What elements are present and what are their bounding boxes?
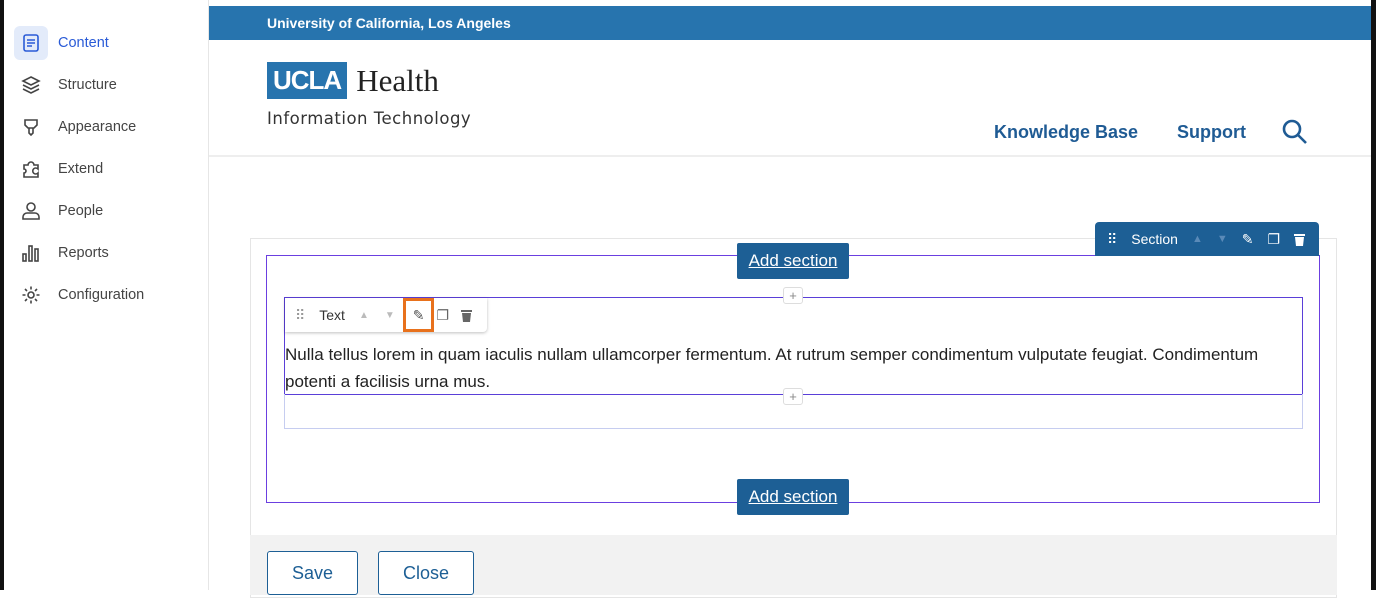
add-section-button-bottom[interactable]: Add section <box>737 479 849 515</box>
sidebar-item-label: Reports <box>58 245 109 261</box>
close-button[interactable]: Close <box>378 551 474 595</box>
delete-icon[interactable] <box>461 309 473 322</box>
sidebar-item-reports[interactable]: Reports <box>14 236 109 270</box>
move-up-icon[interactable]: ▲ <box>1192 233 1203 245</box>
university-bar: University of California, Los Angeles <box>209 6 1371 40</box>
sidebar-item-appearance[interactable]: Appearance <box>14 110 136 144</box>
save-button[interactable]: Save <box>267 551 358 595</box>
puzzle-icon <box>14 152 48 186</box>
section-label: Section <box>1131 231 1178 247</box>
sidebar-item-people[interactable]: People <box>14 194 103 228</box>
sidebar-item-extend[interactable]: Extend <box>14 152 103 186</box>
drag-handle-icon[interactable]: ⠿ <box>1107 231 1117 248</box>
site-subtitle: Information Technology <box>267 109 472 128</box>
move-down-icon[interactable]: ▼ <box>385 310 395 321</box>
sidebar-item-label: Extend <box>58 161 104 177</box>
edit-highlight <box>403 298 434 332</box>
sidebar-item-label: People <box>58 203 104 219</box>
move-up-icon[interactable]: ▲ <box>359 310 369 321</box>
ucla-health-logo[interactable]: UCLA Health <box>267 62 439 99</box>
brush-icon <box>14 110 48 144</box>
sidebar-item-label: Structure <box>58 77 117 93</box>
add-section-button-top[interactable]: Add section <box>737 243 849 279</box>
site-header: UCLA Health Information Technology Knowl… <box>209 40 1371 157</box>
block-toolbar: ⠿ Text ▲ ▼ ✎ ❐ <box>285 298 487 332</box>
add-block-button[interactable]: + <box>783 388 803 405</box>
sidebar-item-content[interactable]: Content <box>14 26 109 60</box>
nav-support[interactable]: Support <box>1177 122 1246 143</box>
sidebar-item-label: Content <box>58 35 109 51</box>
bar-chart-icon <box>14 236 48 270</box>
sidebar-item-configuration[interactable]: Configuration <box>14 278 144 312</box>
layers-icon <box>14 68 48 102</box>
block-content: Nulla tellus lorem in quam iaculis nulla… <box>285 345 1259 391</box>
admin-sidebar: Content Structure Appearance Extend Peop… <box>4 0 209 590</box>
block-label: Text <box>319 307 345 323</box>
window-edge-right <box>1371 0 1376 590</box>
duplicate-icon[interactable]: ❐ <box>437 307 450 324</box>
sidebar-item-label: Appearance <box>58 119 137 135</box>
logo-health: Health <box>356 62 439 98</box>
delete-icon[interactable] <box>1294 233 1306 246</box>
duplicate-icon[interactable]: ❐ <box>1267 231 1280 248</box>
drag-handle-icon[interactable]: ⠿ <box>295 307 305 324</box>
add-block-button[interactable]: + <box>783 287 803 304</box>
gear-icon <box>14 278 48 312</box>
person-icon <box>14 194 48 228</box>
sidebar-item-label: Configuration <box>58 287 145 303</box>
section-toolbar: ⠿ Section ▲ ▼ ✎ ❐ <box>1095 222 1319 256</box>
move-down-icon[interactable]: ▼ <box>1217 233 1228 245</box>
search-icon[interactable] <box>1281 118 1309 151</box>
content-icon <box>14 26 48 60</box>
edit-icon[interactable]: ✎ <box>1242 231 1254 248</box>
sidebar-item-structure[interactable]: Structure <box>14 68 117 102</box>
logo-ucla: UCLA <box>267 62 348 99</box>
nav-knowledge-base[interactable]: Knowledge Base <box>994 122 1138 143</box>
